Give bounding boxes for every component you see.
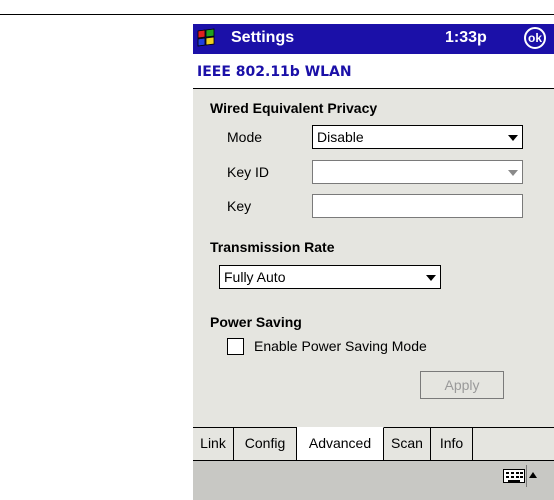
power-section-title: Power Saving [210,314,302,330]
tab-strip: Link Config Advanced Scan Info [193,427,554,460]
tab-info[interactable]: Info [431,428,473,460]
power-saving-label[interactable]: Enable Power Saving Mode [254,338,427,354]
keyboard-icon[interactable] [503,469,525,483]
mode-label: Mode [227,129,263,145]
page-title: IEEE 802.11b WLAN [197,64,352,80]
chevron-down-icon [508,135,518,141]
power-saving-checkbox[interactable] [227,338,244,355]
screen-top-divider [0,14,554,15]
page-header: IEEE 802.11b WLAN [193,54,554,89]
key-label: Key [227,198,252,214]
chevron-down-icon [508,170,518,176]
keyid-label: Key ID [227,164,270,180]
tab-link[interactable]: Link [193,428,234,460]
mode-dropdown[interactable]: Disable [312,125,523,149]
ok-button[interactable]: ok [524,27,546,49]
command-bar [193,460,554,500]
tab-scan[interactable]: Scan [384,428,431,460]
transmission-rate-value: Fully Auto [224,269,286,285]
mode-value: Disable [317,129,364,145]
wep-section-title: Wired Equivalent Privacy [210,100,378,116]
tab-advanced[interactable]: Advanced [297,427,384,460]
transmission-section-title: Transmission Rate [210,239,335,255]
pocketpc-screen: Settings 1:33p ok IEEE 802.11b WLAN Wire… [193,24,554,500]
advanced-settings-panel: Wired Equivalent Privacy Mode Disable Ke… [193,89,554,427]
chevron-down-icon [426,275,436,281]
divider [526,465,527,487]
keyid-dropdown[interactable] [312,160,523,184]
tab-config[interactable]: Config [234,428,297,460]
apply-button[interactable]: Apply [420,371,504,399]
key-input[interactable] [312,194,523,218]
chevron-up-icon[interactable] [529,472,537,478]
title-bar: Settings 1:33p ok [193,24,554,54]
app-title: Settings [231,29,295,46]
windows-flag-icon[interactable] [195,27,217,49]
clock[interactable]: 1:33p [445,29,487,47]
transmission-rate-dropdown[interactable]: Fully Auto [219,265,441,289]
